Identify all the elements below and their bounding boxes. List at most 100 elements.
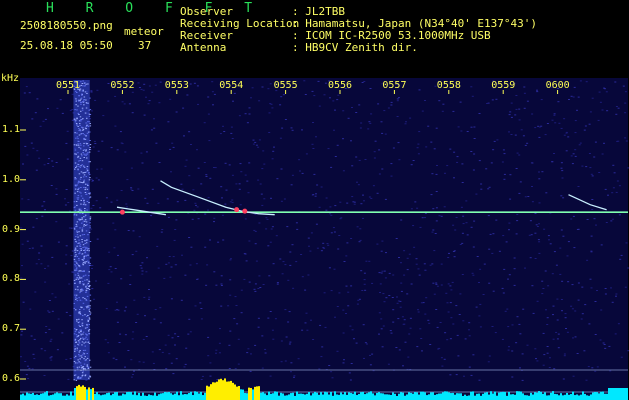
noise-dot — [380, 250, 383, 252]
noise-band-dot — [83, 308, 85, 310]
noise-dot — [238, 183, 241, 185]
histogram-bar — [452, 392, 454, 400]
noise-dot — [594, 370, 597, 372]
noise-dot — [110, 201, 113, 203]
noise-dot — [108, 251, 111, 253]
noise-dot — [21, 243, 24, 245]
noise-dot — [447, 257, 450, 258]
histogram-bar — [276, 391, 278, 400]
noise-dot — [472, 354, 475, 356]
noise-dot — [91, 180, 94, 181]
noise-dot — [519, 333, 522, 335]
noise-band-dot — [74, 348, 76, 350]
noise-dot — [563, 353, 566, 355]
noise-dot — [237, 363, 240, 365]
noise-dot — [383, 301, 386, 303]
noise-band-dot — [87, 315, 89, 316]
noise-dot — [211, 91, 214, 93]
histogram-bar — [524, 395, 526, 400]
noise-dot — [547, 285, 550, 287]
noise-dot — [565, 132, 568, 134]
noise-dot — [475, 193, 478, 195]
histogram-bar — [246, 393, 248, 400]
noise-dot — [430, 141, 433, 143]
noise-band-dot — [88, 250, 90, 252]
noise-dot — [470, 151, 473, 152]
noise-dot — [359, 228, 362, 230]
noise-band-dot — [83, 271, 85, 272]
noise-dot — [470, 126, 473, 128]
noise-dot — [490, 162, 493, 164]
histogram-bar — [432, 392, 434, 400]
noise-dot — [543, 228, 546, 230]
noise-dot — [240, 312, 243, 314]
noise-dot — [25, 374, 28, 376]
noise-band-dot — [89, 225, 91, 227]
meteor-count-value: 37 — [138, 39, 152, 52]
noise-dot — [347, 117, 350, 119]
noise-dot — [545, 309, 547, 311]
noise-dot — [538, 223, 540, 225]
noise-dot — [489, 233, 492, 235]
noise-dot — [303, 80, 306, 82]
noise-dot — [433, 148, 436, 150]
noise-dot — [574, 132, 577, 134]
noise-dot — [137, 82, 140, 84]
noise-dot — [534, 258, 537, 259]
noise-dot — [249, 370, 252, 372]
noise-dot — [506, 308, 509, 310]
noise-dot — [417, 309, 419, 311]
noise-dot — [44, 281, 47, 283]
noise-dot — [342, 110, 345, 112]
noise-dot — [555, 331, 558, 333]
noise-dot — [560, 167, 563, 169]
noise-dot — [187, 333, 190, 335]
noise-dot — [116, 149, 119, 151]
noise-dot — [363, 357, 365, 359]
noise-dot — [596, 290, 598, 291]
histogram-bar — [546, 395, 548, 400]
noise-dot — [269, 83, 272, 85]
noise-dot — [468, 366, 471, 368]
noise-band-dot — [73, 144, 76, 146]
noise-dot — [583, 129, 586, 131]
noise-dot — [574, 336, 577, 338]
noise-band-dot — [74, 345, 76, 347]
noise-dot — [378, 173, 381, 175]
noise-band-dot — [83, 142, 85, 144]
x-tick-label: 0551 — [56, 80, 81, 91]
noise-band-dot — [83, 256, 85, 258]
noise-dot — [148, 298, 150, 300]
histogram-bar — [132, 394, 134, 400]
noise-dot — [523, 92, 526, 94]
noise-dot — [400, 282, 403, 284]
noise-dot — [219, 328, 221, 330]
noise-dot — [143, 83, 146, 85]
noise-band-dot — [73, 279, 76, 281]
noise-dot — [265, 217, 268, 219]
histogram-bar — [374, 395, 376, 400]
noise-dot — [209, 375, 212, 377]
noise-dot — [254, 290, 257, 292]
noise-dot — [174, 333, 177, 335]
noise-dot — [534, 127, 537, 129]
histogram-bar — [328, 394, 330, 400]
noise-band-dot — [88, 288, 91, 290]
noise-dot — [165, 263, 168, 265]
noise-band-dot — [78, 265, 80, 267]
noise-dot — [32, 147, 35, 149]
noise-dot — [408, 253, 411, 255]
noise-dot — [404, 123, 407, 125]
noise-dot — [318, 368, 321, 370]
noise-dot — [538, 178, 541, 180]
noise-dot — [323, 247, 326, 249]
noise-dot — [396, 296, 398, 298]
noise-dot — [185, 347, 188, 349]
noise-dot — [479, 268, 482, 270]
noise-dot — [47, 163, 50, 164]
noise-band-dot — [74, 249, 76, 251]
noise-dot — [622, 85, 625, 87]
noise-dot — [473, 220, 476, 222]
noise-band-dot — [80, 176, 82, 178]
noise-dot — [169, 148, 172, 150]
